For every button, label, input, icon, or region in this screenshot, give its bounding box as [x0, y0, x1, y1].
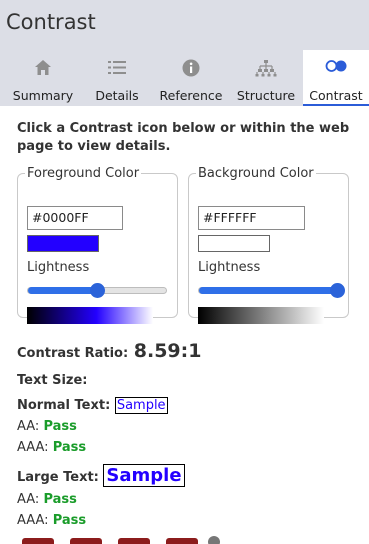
foreground-lightness-slider[interactable]: [27, 283, 167, 298]
large-aaa-status: Pass: [52, 513, 87, 528]
tab-structure[interactable]: Structure: [233, 50, 299, 106]
foreground-hex-input[interactable]: #0000FF: [27, 206, 123, 230]
normal-text-row: Normal Text: Sample: [17, 397, 168, 414]
contrast-ratio: Contrast Ratio: 8.59:1: [17, 340, 201, 362]
help-icon[interactable]: [208, 536, 220, 544]
large-aaa-result: AAA: Pass: [17, 513, 86, 528]
normal-aa-status: Pass: [43, 419, 77, 434]
large-aa-label: AA:: [17, 492, 40, 507]
tab-structure-label: Structure: [236, 88, 296, 103]
contrast-ratio-value: 8.59:1: [133, 340, 202, 362]
large-text-sample: Sample: [103, 464, 185, 487]
tab-details[interactable]: Details: [86, 50, 148, 106]
large-text-row: Large Text: Sample: [17, 464, 185, 487]
normal-aaa-label: AAA:: [17, 440, 49, 455]
normal-aa-result: AA: Pass: [17, 419, 77, 434]
tab-contrast-label: Contrast: [303, 88, 369, 106]
large-text-label: Large Text:: [17, 470, 99, 485]
tab-reference-label: Reference: [159, 88, 223, 103]
tab-reference[interactable]: Reference: [157, 50, 225, 106]
large-aaa-label: AAA:: [17, 513, 49, 528]
tab-details-label: Details: [95, 88, 139, 103]
tab-contrast[interactable]: Contrast: [303, 50, 369, 106]
foreground-swatch[interactable]: [27, 235, 99, 252]
background-slider-fill: [199, 287, 337, 294]
normal-aa-label: AA:: [17, 419, 40, 434]
hierarchy-icon: [233, 59, 299, 77]
foreground-slider-fill: [28, 287, 97, 294]
contrast-marker-icon[interactable]: [118, 538, 150, 544]
foreground-lightness-gradient: [27, 307, 153, 324]
tab-bar: Summary Details Reference Structure Cont…: [0, 50, 369, 106]
contrast-marker-icon[interactable]: [70, 538, 102, 544]
contrast-icon: [303, 59, 369, 77]
foreground-slider-thumb[interactable]: [90, 283, 105, 298]
foreground-legend: Foreground Color: [27, 166, 140, 181]
normal-text-sample: Sample: [114, 397, 168, 414]
background-lightness-slider[interactable]: [198, 283, 345, 298]
text-size-heading: Text Size:: [17, 373, 88, 388]
background-lightness-gradient: [198, 307, 324, 324]
large-aa-result: AA: Pass: [17, 492, 77, 507]
contrast-ratio-label: Contrast Ratio:: [17, 346, 129, 361]
background-color-panel: Background Color #FFFFFF Lightness: [188, 166, 349, 324]
normal-aaa-result: AAA: Pass: [17, 440, 86, 455]
list-icon: [86, 59, 148, 77]
home-icon: [0, 59, 86, 77]
background-hex-input[interactable]: #FFFFFF: [198, 206, 305, 230]
foreground-color-panel: Foreground Color #0000FF Lightness: [17, 166, 178, 324]
background-legend: Background Color: [198, 166, 314, 181]
instructions-text: Click a Contrast icon below or within th…: [17, 121, 350, 154]
tab-summary-label: Summary: [12, 88, 74, 103]
background-lightness-label: Lightness: [198, 260, 261, 275]
panel-title: Contrast: [6, 10, 96, 34]
large-aa-status: Pass: [43, 492, 77, 507]
info-icon: [157, 59, 225, 77]
title-bar: Contrast: [0, 0, 369, 50]
foreground-lightness-label: Lightness: [27, 260, 90, 275]
tab-summary[interactable]: Summary: [0, 50, 86, 106]
normal-aaa-status: Pass: [52, 440, 87, 455]
normal-text-label: Normal Text:: [17, 398, 111, 413]
background-swatch[interactable]: [198, 235, 270, 252]
contrast-marker-icon[interactable]: [166, 538, 198, 544]
background-slider-thumb[interactable]: [330, 283, 345, 298]
contrast-marker-icon[interactable]: [22, 538, 54, 544]
